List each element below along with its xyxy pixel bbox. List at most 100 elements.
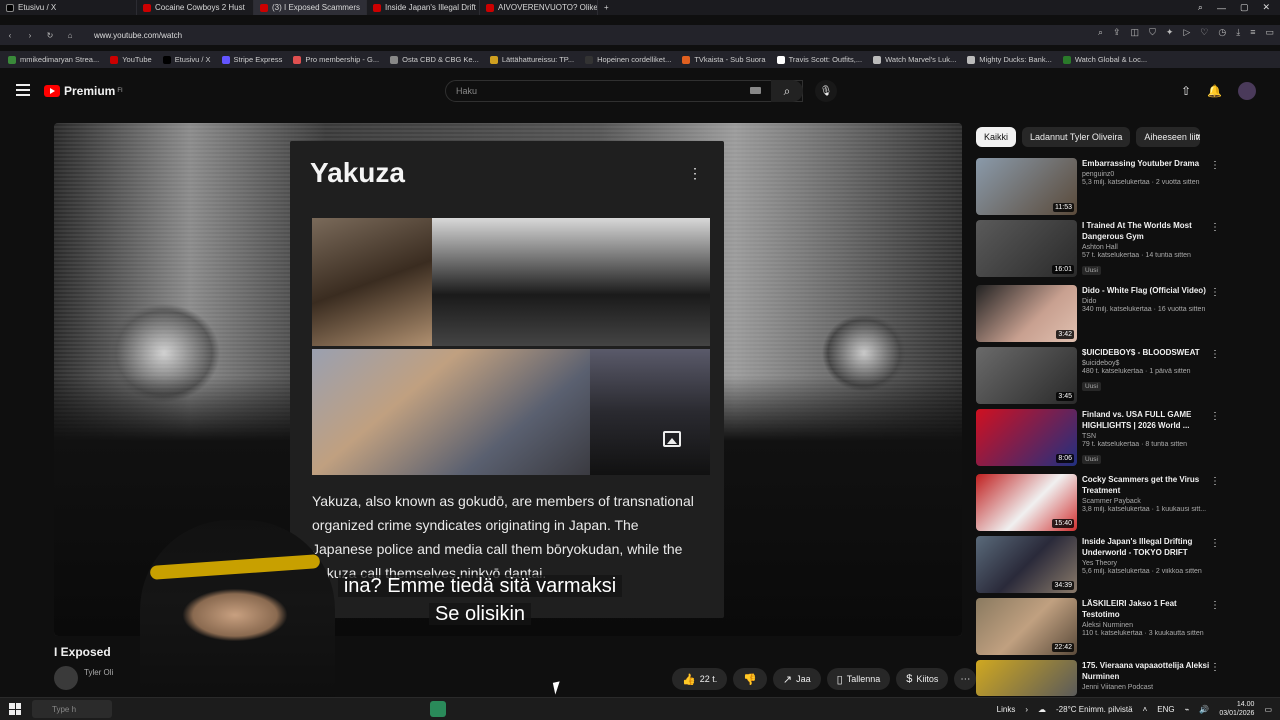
recommendation-item[interactable]: 16:01 I Trained At The Worlds Most Dange… (976, 220, 1226, 285)
recommendation-channel[interactable]: Jenni Viitanen Podcast (1082, 684, 1212, 691)
recommendation-item[interactable]: 34:39 Inside Japan's Illegal Drifting Un… (976, 536, 1226, 598)
more-vertical-icon[interactable]: ⋮ (1210, 411, 1220, 422)
close-window-icon[interactable]: ✕ (1262, 2, 1270, 13)
tray-chevron-icon[interactable]: › (1025, 705, 1028, 714)
chip-related[interactable]: Aiheeseen liittyvät (1136, 127, 1201, 147)
menu-icon[interactable]: ≡ (1250, 27, 1255, 38)
weather-text[interactable]: -28°C Enimm. pilvistä (1056, 705, 1133, 714)
recommendation-title[interactable]: I Trained At The Worlds Most Dangerous G… (1082, 220, 1212, 242)
recommendation-channel[interactable]: Dido (1082, 298, 1212, 305)
bookmark-item[interactable]: Watch Marvel's Luk... (873, 55, 956, 64)
taskbar-search-input[interactable]: Type h (32, 700, 112, 718)
clock-icon[interactable]: ◷ (1218, 27, 1226, 38)
knowledge-image[interactable] (590, 349, 710, 475)
video-thumbnail[interactable] (976, 660, 1077, 696)
knowledge-image[interactable] (432, 218, 710, 346)
more-vertical-icon[interactable]: ⋮ (688, 165, 702, 182)
recommendation-channel[interactable]: $uicideboy$ (1082, 360, 1212, 367)
bookmark-item[interactable]: TVkaista - Sub Suora (682, 55, 766, 64)
recommendation-item[interactable]: 11:53 Embarrassing Youtuber Drama penguin… (976, 158, 1226, 220)
download-icon[interactable]: ⤓ (1236, 27, 1240, 38)
video-thumbnail[interactable]: 16:01 (976, 220, 1077, 277)
chip-uploader[interactable]: Ladannut Tyler Oliveira (1022, 127, 1131, 147)
upload-icon[interactable]: ⇧ (1181, 84, 1191, 98)
network-icon[interactable]: ⌁ (1185, 705, 1190, 714)
bookmark-item[interactable]: Hopeinen cordelliket... (585, 55, 671, 64)
bookmark-item[interactable]: Lättähattureissu: TP... (489, 55, 574, 64)
recommendation-item[interactable]: 8:06 Finland vs. USA FULL GAME HIGHLIGHT… (976, 409, 1226, 474)
back-icon[interactable]: ‹ (0, 31, 20, 40)
shield-icon[interactable]: ⛉ (1149, 27, 1156, 38)
recommendation-channel[interactable]: Scammer Payback (1082, 498, 1212, 505)
video-thumbnail[interactable]: 3:45 (976, 347, 1077, 404)
dislike-button[interactable]: 👎 (733, 668, 767, 690)
more-vertical-icon[interactable]: ⋮ (1210, 476, 1220, 487)
youtube-logo[interactable]: Premium FI (44, 84, 123, 98)
more-vertical-icon[interactable]: ⋮ (1210, 662, 1220, 673)
bookmark-item[interactable]: Mighty Ducks: Bank... (967, 55, 1052, 64)
extensions-icon[interactable]: ✦ (1166, 27, 1174, 38)
taskbar-app-icon[interactable] (430, 701, 446, 717)
minimize-icon[interactable]: — (1217, 3, 1226, 13)
clock[interactable]: 14.00 03/01/2026 (1219, 700, 1254, 718)
recommendation-item[interactable]: 3:45 $UICIDEBOY$ - BLOODSWEAT $uicideboy$… (976, 347, 1226, 409)
chevron-right-icon[interactable]: › (1196, 129, 1200, 143)
bookmark-item[interactable]: YouTube (110, 55, 152, 64)
knowledge-image[interactable] (312, 218, 432, 346)
hamburger-menu-icon[interactable] (16, 84, 30, 99)
bookmark-item[interactable]: Pro membership - G... (293, 55, 379, 64)
browser-tab-active[interactable]: (3) I Exposed Scammers (254, 0, 367, 15)
bookmark-item[interactable]: Watch Global & Loc... (1062, 55, 1147, 64)
account-avatar[interactable] (1238, 82, 1256, 100)
recommendation-channel[interactable]: Yes Theory (1082, 560, 1212, 567)
bookmark-item[interactable]: Osta CBD & CBG Ke... (390, 55, 479, 64)
more-actions-button[interactable]: ⋯ (954, 668, 977, 690)
notifications-icon[interactable]: ▭ (1264, 705, 1272, 714)
new-tab-button[interactable]: + (598, 0, 615, 15)
recommendation-channel[interactable]: Aleksi Nurminen (1082, 622, 1212, 629)
recommendation-item[interactable]: 175. Vieraana vapaaottelija Aleksi Nurmi… (976, 660, 1226, 700)
recommendation-title[interactable]: Inside Japan's Illegal Drifting Underwor… (1082, 536, 1212, 558)
knowledge-image[interactable] (312, 349, 590, 475)
channel-name[interactable]: Tyler Oli (84, 668, 113, 677)
bookmark-item[interactable]: Stripe Express (221, 55, 282, 64)
recommendation-title[interactable]: Cocky Scammers get the Virus Treatment (1082, 474, 1212, 496)
channel-avatar[interactable] (54, 666, 78, 690)
recommendation-title[interactable]: Embarrassing Youtuber Drama (1082, 158, 1212, 169)
home-icon[interactable]: ⌂ (60, 31, 80, 40)
more-vertical-icon[interactable]: ⋮ (1210, 160, 1220, 171)
save-button[interactable]: ▯ Tallenna (826, 668, 891, 690)
browser-tab[interactable]: Inside Japan's Illegal Drift (367, 0, 480, 15)
video-thumbnail[interactable]: 34:39 (976, 536, 1077, 593)
screenshot-icon[interactable]: ◫ (1131, 27, 1140, 38)
more-vertical-icon[interactable]: ⋮ (1210, 538, 1220, 549)
search-button[interactable]: ⌕ (771, 80, 803, 102)
chip-all[interactable]: Kaikki (976, 127, 1017, 147)
recommendation-channel[interactable]: Ashton Hall (1082, 244, 1212, 251)
recommendation-channel[interactable]: TSN (1082, 433, 1212, 440)
video-thumbnail[interactable]: 22:42 (976, 598, 1077, 655)
image-gallery-icon[interactable] (663, 431, 681, 447)
browser-tab[interactable]: Cocaine Cowboys 2 Hust (137, 0, 254, 15)
more-vertical-icon[interactable]: ⋮ (1210, 287, 1220, 298)
video-thumbnail[interactable]: 3:42 (976, 285, 1077, 342)
recommendation-title[interactable]: Dido - White Flag (Official Video) (1082, 285, 1212, 296)
search-tabs-icon[interactable]: ⌕ (1198, 2, 1203, 13)
tray-overflow-icon[interactable]: ˄ (1143, 705, 1148, 714)
heart-icon[interactable]: ♡ (1200, 27, 1208, 38)
browser-tab[interactable]: AIVOVERENVUOTO? Olike (480, 0, 598, 15)
more-vertical-icon[interactable]: ⋮ (1210, 222, 1220, 233)
wallet-icon[interactable]: ▭ (1265, 27, 1274, 38)
share-button[interactable]: ↗ Jaa (772, 668, 821, 690)
recommendation-item[interactable]: 22:42 LÄSKILEIRI Jakso 1 Feat Testotimo A… (976, 598, 1226, 660)
share-page-icon[interactable]: ⇪ (1113, 27, 1121, 38)
windows-start-icon[interactable] (9, 703, 21, 715)
volume-icon[interactable]: 🔊 (1199, 705, 1209, 714)
language-indicator[interactable]: ENG (1157, 705, 1174, 714)
voice-search-button[interactable]: 🎙 (815, 80, 837, 102)
keyboard-icon[interactable] (750, 87, 761, 94)
more-vertical-icon[interactable]: ⋮ (1210, 600, 1220, 611)
bookmark-item[interactable]: mmikedimaryan Strea... (8, 55, 99, 64)
reload-icon[interactable]: ↻ (40, 31, 60, 40)
recommendation-title[interactable]: $UICIDEBOY$ - BLOODSWEAT (1082, 347, 1212, 358)
